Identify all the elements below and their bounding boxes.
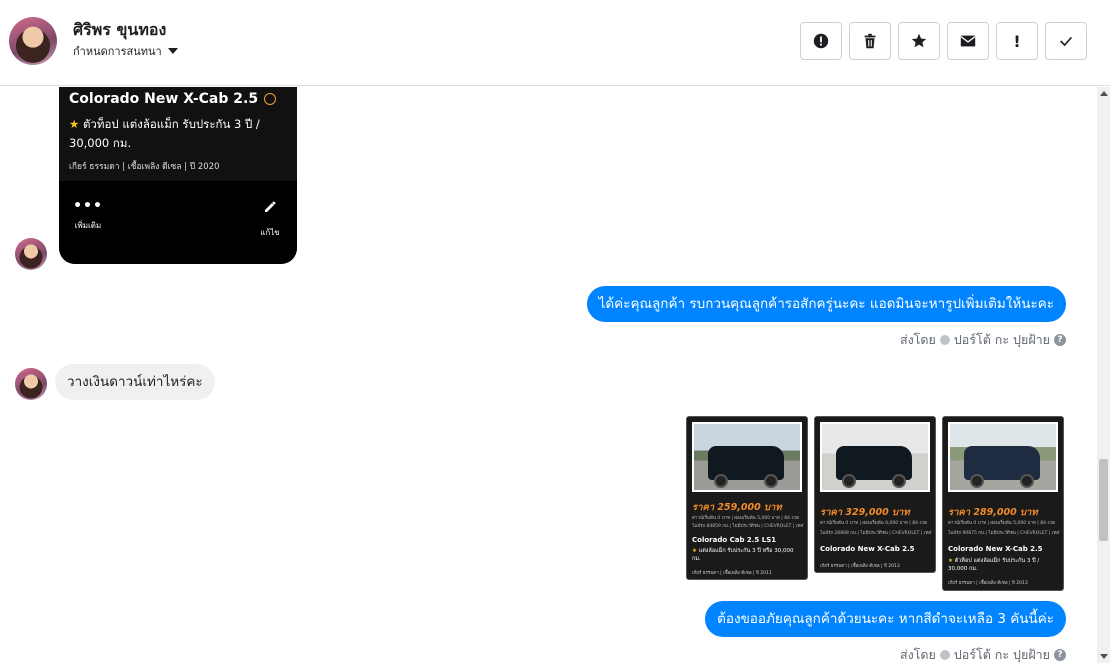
more-label: เพิ่มเติม [74,221,102,230]
sent-by-prefix: ส่งโดย [899,332,936,347]
scroll-up-arrow-icon[interactable] [1100,91,1108,96]
sent-by-info: ส่งโดย ปอร์โต้ กะ ปุยฝ้าย ? [900,645,1066,663]
more-dots-icon: ••• [73,198,103,214]
thumb-specs: เกียร์ ธรรมดา | เชื้อเพลิง ดีเซล | ปี 20… [820,564,900,569]
sent-by-name: ปอร์โต้ กะ ปุยฝ้าย [953,332,1050,347]
mark-spam-button[interactable] [800,22,842,60]
help-icon[interactable]: ? [1054,334,1066,346]
thread-scrollbar[interactable] [1097,87,1110,663]
vehicle-photo [948,422,1058,492]
star-button[interactable] [898,22,940,60]
message-outgoing[interactable]: ต้องขออภัยคุณลูกค้าด้วยนะคะ หากสีดำจะเหล… [705,601,1066,637]
check-circle-icon [939,335,950,345]
thumb-model: Colorado Cab 2.5 LS1 [692,536,777,544]
vehicle-thumbnail[interactable]: ราคา 289,000 บาท ดาวน์เริ่มต้น 0 บาท | ผ… [942,416,1064,591]
caret-down-icon [167,48,178,54]
contact-avatar[interactable] [9,17,57,65]
assign-label: กำหนดการสนทนา [73,45,162,58]
vehicle-thumbnail[interactable]: ราคา 329,000 บาท ดาวน์เริ่มต้น 0 บาท | ผ… [814,416,936,573]
mail-icon [960,35,976,47]
card-description: ★ ตัวท็อป แต่งล้อแม็ก รับประกัน 3 ปี / 3… [69,115,289,153]
sent-by-name: ปอร์โต้ กะ ปุยฝ้าย [953,647,1050,662]
verified-icon [264,93,277,105]
edit-button[interactable]: แก้ไข [255,199,285,239]
thumb-model: Colorado New X-Cab 2.5 [820,545,915,553]
follow-up-button[interactable]: ! [996,22,1038,60]
contact-name[interactable]: ศิริพร ขุนทอง [73,18,166,43]
card-specs: เกียร์ ธรรมดา | เชื้อเพลิง ดีเซล | ปี 20… [69,162,220,172]
vehicle-card: ) Colorado New X-Cab 2.5 ★ ตัวท็อป แต่งล… [59,87,297,264]
vehicle-photo [692,422,802,492]
thumb-finance: ดาวน์เริ่มต้น 0 บาท | ผ่อนเริ่มต้น 6,000… [820,521,928,526]
message-incoming[interactable]: วางเงินดาวน์เท่าไหร่คะ [55,364,215,400]
check-icon [1060,36,1073,47]
vehicle-thumbnail[interactable]: ราคา 259,000 บาท ดาวน์เริ่มต้น 0 บาท | ผ… [686,416,808,580]
trash-icon [864,33,876,49]
edit-label: แก้ไข [260,228,280,237]
thumb-price: ราคา 329,000 บาท [820,507,910,518]
sent-by-info: ส่งโดย ปอร์โต้ กะ ปุยฝ้าย ? [900,330,1066,350]
contact-avatar-small[interactable] [15,368,47,400]
scroll-down-arrow-icon[interactable] [1100,654,1108,659]
thumb-desc: ★ ตัวท็อป แต่งล้อแม็ก รับประกัน 3 ปี / 3… [948,558,1040,572]
thumb-finance: ดาวน์เริ่มต้น 0 บาท | ผ่อนเริ่มต้น 5,000… [692,516,800,521]
thumb-price: ราคา 259,000 บาท [692,502,782,513]
contact-avatar-small[interactable] [15,238,47,270]
thumb-tags: ไมล์รถ 90875 กม.| ไม่มีประวัติชน | CHEVR… [948,531,1060,536]
thumb-tags: ไมล์รถ 84859 กม.| ไม่มีประวัติชน | CHEVR… [692,524,804,529]
card-paren: ) [69,87,73,88]
card-desc-text: ตัวท็อป แต่งล้อแม็ก รับประกัน 3 ปี / 30,… [69,117,260,150]
assign-conversation-dropdown[interactable]: กำหนดการสนทนา [73,42,178,60]
thumb-tags: ไมล์รถ 26808 กม.| ไม่มีประวัติชน | CHEVR… [820,531,932,536]
thumb-specs: เกียร์ ธรรมดา | เชื้อเพลิง ดีเซล | ปี 20… [948,581,1028,586]
check-circle-icon [939,650,950,660]
conversation-actions: ! [800,22,1087,60]
card-model-text: Colorado New X-Cab 2.5 [69,91,259,107]
thumb-model: Colorado New X-Cab 2.5 [948,545,1043,553]
vehicle-photo [820,422,930,492]
thumb-desc: ★ แต่งล้อแม็ก รับประกัน 3 ปี หรือ 30,000… [692,548,794,562]
star-icon: ★ [69,117,80,131]
more-button[interactable]: ••• เพิ่มเติม [71,198,105,232]
help-icon[interactable]: ? [1054,649,1066,661]
alert-icon [813,33,829,49]
delete-button[interactable] [849,22,891,60]
message-outgoing[interactable]: ได้ค่ะคุณลูกค้า รบกวนคุณลูกค้ารอสักครู่น… [586,286,1066,322]
mark-done-button[interactable] [1045,22,1087,60]
exclamation-icon: ! [1013,31,1021,51]
thumb-price: ราคา 289,000 บาท [948,507,1038,518]
message-thread[interactable]: ) Colorado New X-Cab 2.5 ★ ตัวท็อป แต่งล… [0,87,1097,663]
sent-by-prefix: ส่งโดย [899,647,936,662]
pencil-icon [265,201,276,212]
card-model: Colorado New X-Cab 2.5 [69,91,277,107]
thumb-finance: ดาวน์เริ่มต้น 0 บาท | ผ่อนเริ่มต้น 5,000… [948,521,1056,526]
scroll-thumb[interactable] [1099,459,1108,541]
star-icon [911,33,927,48]
mark-unread-button[interactable] [947,22,989,60]
conversation-header: ศิริพร ขุนทอง กำหนดการสนทนา ! [0,0,1110,86]
thumb-specs: เกียร์ ธรรมดา | เชื้อเพลิง ดีเซล | ปี 20… [692,571,772,576]
